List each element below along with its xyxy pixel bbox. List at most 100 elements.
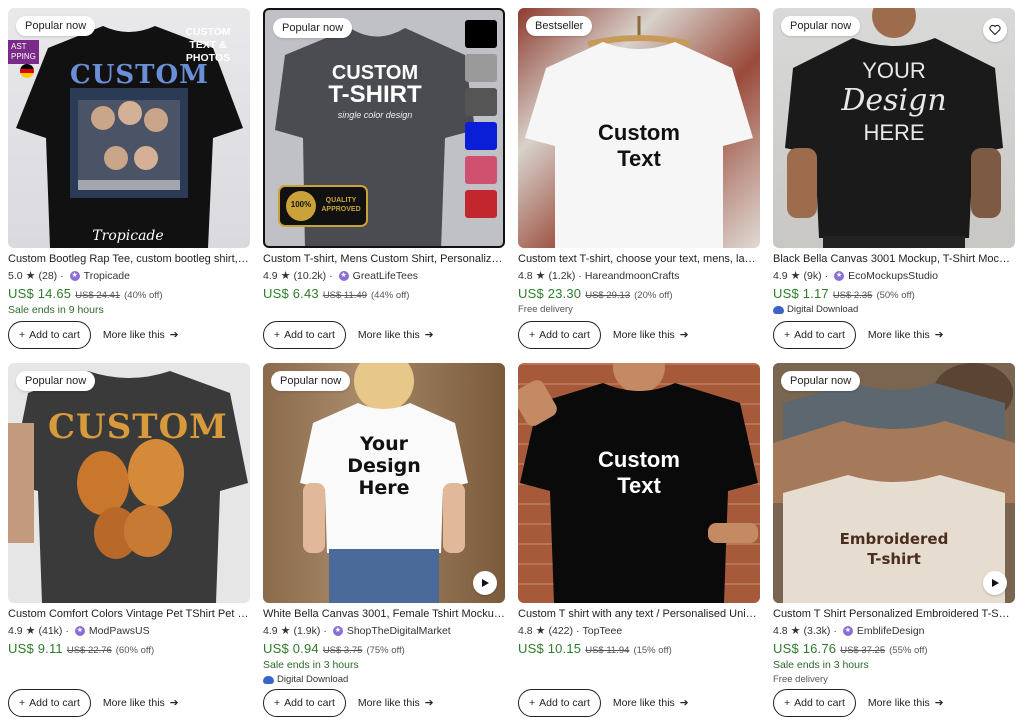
- digital-download: Digital Download: [773, 304, 1015, 315]
- product-image[interactable]: CUSTOM CUSTOM TEXT & PHOTOS Tropicade AST…: [8, 8, 250, 248]
- add-to-cart-button[interactable]: + Add to cart: [263, 321, 346, 349]
- add-to-cart-button[interactable]: + Add to cart: [773, 689, 856, 717]
- sale-price: US$ 14.65: [8, 286, 72, 301]
- price-row: US$ 1.17 US$ 2.35 (50% off): [773, 286, 1015, 301]
- image-text-custom: Custom Text: [598, 447, 680, 498]
- sale-ends: Sale ends in 9 hours: [8, 304, 104, 316]
- star-icon: ★: [790, 625, 801, 637]
- more-like-this-link[interactable]: More like this ➔: [868, 329, 944, 341]
- shop-name: GreatLifeTees: [352, 269, 419, 282]
- more-like-this-link[interactable]: More like this ➔: [613, 697, 689, 709]
- discount: (40% off): [124, 290, 163, 301]
- product-title[interactable]: White Bella Canvas 3001, Female Tshirt M…: [263, 608, 505, 620]
- product-image[interactable]: Your Design Here Popular now: [263, 363, 505, 603]
- product-rating: 4.8 ★ (422) · TopTeee: [518, 624, 623, 638]
- product-image[interactable]: YOUR Design HERE Popular now: [773, 8, 1015, 248]
- product-title[interactable]: Black Bella Canvas 3001 Mockup, T-Shirt …: [773, 253, 1015, 265]
- discount: (75% off): [366, 645, 405, 656]
- original-price: US$ 3.75: [322, 645, 363, 656]
- arrow-right-icon: ➔: [934, 329, 944, 341]
- product-rating: 4.9 ★ (41k) · ★ ModPawsUS: [8, 624, 150, 638]
- image-text-custom: Embroidered T-shirt: [839, 530, 949, 568]
- image-text-custom-label: CUSTOM TEXT & PHOTOS: [185, 26, 231, 64]
- more-like-this-link[interactable]: More like this ➔: [358, 697, 434, 709]
- product-card[interactable]: Embroidered T-shirt Popular now Custom T …: [773, 363, 1015, 717]
- rating-value: 5.0: [8, 269, 23, 282]
- original-price: US$ 2.35: [832, 290, 873, 301]
- product-card[interactable]: Custom Text Custom T shirt with any text …: [518, 363, 760, 717]
- more-like-this-link[interactable]: More like this ➔: [103, 697, 179, 709]
- product-image[interactable]: Custom Text: [518, 363, 760, 603]
- sale-price: US$ 16.76: [773, 641, 837, 656]
- add-to-cart-button[interactable]: + Add to cart: [773, 321, 856, 349]
- plus-icon: +: [274, 697, 281, 709]
- product-image[interactable]: CUSTOM T-SHIRT single color design QUALIT…: [263, 8, 505, 248]
- product-card[interactable]: Custom Text Bestseller Custom text T-shir…: [518, 8, 760, 349]
- sale-ends: Sale ends in 3 hours: [263, 659, 359, 671]
- product-card[interactable]: CUSTOM Popular now Custom Comfort Colors…: [8, 363, 250, 717]
- product-title[interactable]: Custom T Shirt Personalized Embroidered …: [773, 608, 1015, 620]
- star-icon: ★: [25, 625, 36, 637]
- arrow-right-icon: ➔: [424, 329, 434, 341]
- product-card[interactable]: CUSTOM CUSTOM TEXT & PHOTOS Tropicade AST…: [8, 8, 250, 349]
- card-actions: + Add to cart More like this ➔: [263, 689, 434, 717]
- product-title[interactable]: Custom Comfort Colors Vintage Pet TShirt…: [8, 608, 250, 620]
- product-image[interactable]: Custom Text Bestseller: [518, 8, 760, 248]
- shop-name: TopTeee: [582, 624, 623, 637]
- heart-icon[interactable]: [983, 18, 1007, 42]
- card-actions: + Add to cart More like this ➔: [263, 321, 434, 349]
- product-rating: 4.8 ★ (1.2k) · HareandmoonCrafts: [518, 269, 680, 283]
- star-icon: ★: [535, 625, 546, 637]
- shipping-ribbon: AST PPING: [8, 40, 39, 64]
- plus-icon: +: [784, 697, 791, 709]
- product-card[interactable]: YOUR Design HERE Popular now Black Bella C…: [773, 8, 1015, 349]
- more-like-this-link[interactable]: More like this ➔: [613, 329, 689, 341]
- flag-icon: [20, 64, 34, 78]
- discount: (44% off): [371, 290, 410, 301]
- product-image[interactable]: Embroidered T-shirt Popular now: [773, 363, 1015, 603]
- add-to-cart-button[interactable]: + Add to cart: [518, 689, 601, 717]
- product-title[interactable]: Custom Bootleg Rap Tee, custom bootleg s…: [8, 253, 250, 265]
- image-text-custom: CUSTOM T-SHIRT: [328, 62, 422, 108]
- product-title[interactable]: Custom T-shirt, Mens Custom Shirt, Perso…: [263, 253, 505, 265]
- product-title[interactable]: Custom text T-shirt, choose your text, m…: [518, 253, 760, 265]
- add-to-cart-button[interactable]: + Add to cart: [8, 321, 91, 349]
- card-actions: + Add to cart More like this ➔: [518, 689, 689, 717]
- arrow-right-icon: ➔: [169, 329, 179, 341]
- play-icon[interactable]: [983, 571, 1007, 595]
- quality-seal-percent: 100%: [290, 200, 312, 209]
- add-to-cart-button[interactable]: + Add to cart: [263, 689, 346, 717]
- original-price: US$ 24.41: [75, 290, 121, 301]
- plus-icon: +: [19, 329, 26, 341]
- product-card[interactable]: Your Design Here Popular now White Bella C…: [263, 363, 505, 717]
- more-like-this-link[interactable]: More like this ➔: [358, 329, 434, 341]
- digital-download: Digital Download: [263, 674, 505, 685]
- more-like-this-link[interactable]: More like this ➔: [868, 697, 944, 709]
- play-icon[interactable]: [473, 571, 497, 595]
- plus-icon: +: [529, 329, 536, 341]
- card-actions: + Add to cart More like this ➔: [518, 321, 689, 349]
- quality-seal-text: QUALITY APPROVED: [321, 197, 361, 213]
- star-icon: ★: [535, 270, 546, 282]
- star-icon: ★: [25, 270, 36, 282]
- more-like-this-link[interactable]: More like this ➔: [103, 329, 179, 341]
- add-to-cart-button[interactable]: + Add to cart: [8, 689, 91, 717]
- card-actions: + Add to cart More like this ➔: [773, 689, 944, 717]
- price-row: US$ 23.30 US$ 29.13 (20% off): [518, 286, 760, 301]
- discount: (55% off): [889, 645, 928, 656]
- sale-price: US$ 10.15: [518, 641, 582, 656]
- product-card[interactable]: CUSTOM T-SHIRT single color design QUALIT…: [263, 8, 505, 349]
- add-to-cart-button[interactable]: + Add to cart: [518, 321, 601, 349]
- star-seller-icon: ★: [338, 270, 349, 281]
- arrow-right-icon: ➔: [169, 697, 179, 709]
- popular-badge: Popular now: [781, 16, 861, 36]
- sale-price: US$ 0.94: [263, 641, 319, 656]
- product-image[interactable]: CUSTOM Popular now: [8, 363, 250, 603]
- card-actions: + Add to cart More like this ➔: [8, 689, 179, 717]
- free-delivery: Free delivery: [773, 674, 828, 685]
- star-seller-icon: ★: [332, 625, 343, 636]
- image-text-custom: YOUR Design HERE: [841, 58, 947, 145]
- original-price: US$ 37.25: [840, 645, 886, 656]
- product-title[interactable]: Custom T shirt with any text / Personali…: [518, 608, 760, 620]
- price-row: US$ 16.76 US$ 37.25 (55% off): [773, 641, 1015, 656]
